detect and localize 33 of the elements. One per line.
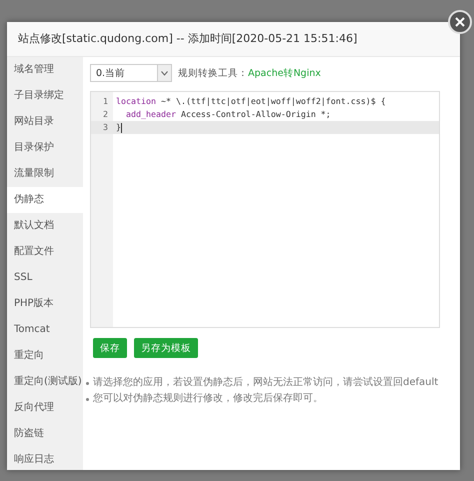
sidebar-item[interactable]: 子目录绑定: [7, 83, 83, 109]
line-number: 1: [102, 95, 109, 108]
sidebar-item[interactable]: 域名管理: [7, 57, 83, 83]
sidebar-item[interactable]: 响应日志: [7, 447, 83, 473]
bullet-icon: [86, 382, 89, 385]
note-text: 请选择您的应用，若设置伪静态后，网站无法正常访问，请尝试设置回default: [93, 376, 438, 390]
close-button[interactable]: [448, 10, 472, 34]
sidebar-item[interactable]: 网站目录: [7, 109, 83, 135]
sidebar-item[interactable]: 反向代理: [7, 395, 83, 421]
bullet-icon: [86, 398, 89, 401]
sidebar-item[interactable]: 默认文档: [7, 213, 83, 239]
code-text: add_header Access-Control-Allow-Origin *;: [125, 108, 331, 121]
code-text: location ~* \.(ttf|ttc|otf|eot|woff|woff2|font.css)$ {: [115, 95, 386, 108]
sidebar-item[interactable]: 重定向(测试版): [7, 369, 83, 395]
sidebar-item[interactable]: PHP版本: [7, 291, 83, 317]
code-editor[interactable]: 1 location ~* \.(ttf|ttc|otf|eot|woff|woff2|font.css)$ { 2 add_header Access-Control-Allow-Origin *; 3 }: [90, 91, 440, 328]
caret-icon: [161, 70, 168, 76]
code-text: }: [115, 121, 122, 134]
sidebar-item[interactable]: 防盗链: [7, 421, 83, 447]
note-text: 您可以对伪静态规则进行修改，修改完后保存即可。: [93, 392, 323, 406]
line-number: 3: [102, 121, 109, 134]
sidebar-item[interactable]: SSL: [7, 265, 83, 291]
sidebar-item[interactable]: 重定向: [7, 343, 83, 369]
line-number: 2: [102, 108, 109, 121]
sidebar-item[interactable]: Tomcat: [7, 317, 83, 343]
converter-label: 规则转换工具：: [178, 66, 248, 80]
sidebar-item[interactable]: 流量限制: [7, 161, 83, 187]
template-select[interactable]: 0.当前: [90, 64, 172, 82]
sidebar-item[interactable]: 伪静态: [7, 187, 83, 213]
close-icon: [455, 17, 465, 27]
sidebar-item[interactable]: 配置文件: [7, 239, 83, 265]
sidebar-item[interactable]: 目录保护: [7, 135, 83, 161]
dialog-title: 站点修改[static.qudong.com] -- 添加时间[2020-05-21 15:51:46]: [7, 22, 460, 57]
